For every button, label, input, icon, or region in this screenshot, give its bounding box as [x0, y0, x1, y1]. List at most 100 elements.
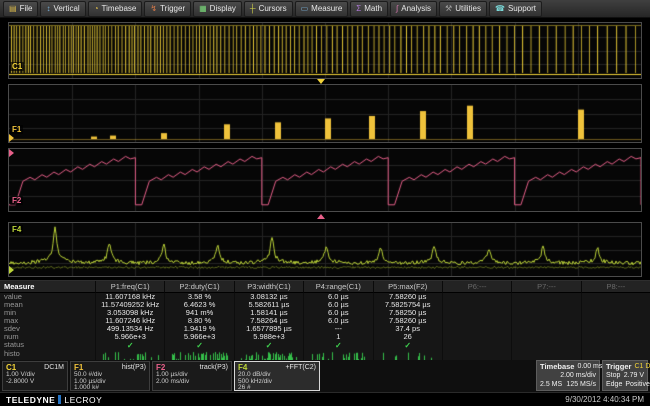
- measure-cell: 7.58260 µs: [373, 317, 442, 325]
- cursors-icon: ┼: [250, 5, 256, 13]
- menu-item-trigger[interactable]: ↯Trigger: [144, 1, 191, 17]
- status-check-icon: [511, 341, 580, 350]
- measure-cell: 11.607168 kHz: [95, 293, 164, 301]
- channel-label-f1[interactable]: F1: [10, 125, 23, 134]
- brand-teledyne: TELEDYNE: [6, 395, 55, 405]
- menu-item-display[interactable]: ▦Display: [193, 1, 242, 17]
- descriptor-f4[interactable]: F4+FFT(C2)20.0 dB/div500 kHz/div26 #: [234, 361, 320, 391]
- measure-cell: 11.57409252 kHz: [95, 301, 164, 309]
- channel-label-c1[interactable]: C1: [10, 62, 24, 71]
- menu-item-analysis[interactable]: ∫Analysis: [390, 1, 437, 17]
- grid-f4[interactable]: [8, 222, 642, 277]
- measure-col-header[interactable]: P2:duty(C1): [164, 281, 233, 293]
- measure-col-header[interactable]: P8:---: [581, 281, 650, 293]
- menu-item-label: Cursors: [259, 4, 287, 13]
- measure-cell: [511, 333, 580, 341]
- measure-cell: [442, 333, 511, 341]
- menu-item-label: File: [20, 4, 33, 13]
- measure-cell: [511, 301, 580, 309]
- measure-cell: 6.0 µs: [303, 317, 372, 325]
- status-check-icon: [442, 341, 511, 350]
- menu-item-label: Display: [210, 4, 236, 13]
- measure-cell: [581, 293, 650, 301]
- measure-cell: 5.966e+3: [95, 333, 164, 341]
- status-check-icon: ✓: [303, 341, 372, 350]
- channel-label-f2[interactable]: F2: [10, 196, 23, 205]
- descriptor-f2[interactable]: F2track(P3)1.00 µs/div2.00 ms/div: [152, 361, 232, 391]
- measure-cell: 6.0 µs: [303, 301, 372, 309]
- measure-cell: 37.4 ps: [373, 325, 442, 333]
- measure-cell: [511, 293, 580, 301]
- menu-item-timebase[interactable]: ◔Timebase: [88, 1, 143, 17]
- menu-item-vertical[interactable]: ↕Vertical: [40, 1, 85, 17]
- measure-cell: 1.9419 %: [164, 325, 233, 333]
- measure-col-header[interactable]: P4:range(C1): [303, 281, 372, 293]
- status-check-icon: ✓: [373, 341, 442, 350]
- math-icon: Σ: [356, 5, 361, 13]
- trigger-panel[interactable]: Trigger C1 DC Stop 2.79 V Edge Positive: [602, 360, 648, 391]
- f2-level-marker-icon[interactable]: [9, 149, 14, 157]
- measure-cell: [442, 317, 511, 325]
- menu-item-label: Trigger: [160, 4, 185, 13]
- descriptor-f1[interactable]: F1hist(P3)50.0 #/div1.00 µs/div1.000 k#: [70, 361, 150, 391]
- measure-cell: 7.58260 µs: [373, 293, 442, 301]
- measure-cell: 7.5825754 µs: [373, 301, 442, 309]
- brand-mark-icon: [58, 395, 61, 404]
- vertical-icon: ↕: [46, 5, 50, 13]
- file-icon: ▤: [9, 5, 17, 13]
- descriptor-line: 26 #: [238, 385, 316, 392]
- timebase-icon: ◔: [94, 5, 99, 13]
- menu-item-measure[interactable]: ▭Measure: [295, 1, 349, 17]
- menu-item-utilities[interactable]: ⚒Utilities: [439, 1, 487, 17]
- measure-cell: [581, 309, 650, 317]
- measure-cell: 6.4623 %: [164, 301, 233, 309]
- measure-col-header[interactable]: P1:freq(C1): [95, 281, 164, 293]
- menu-item-label: Utilities: [455, 4, 481, 13]
- f2-time-marker-icon[interactable]: [317, 214, 325, 219]
- trigger-level: 2.79 V: [624, 371, 644, 380]
- measure-cell: [581, 325, 650, 333]
- status-check-icon: ✓: [164, 341, 233, 350]
- menu-item-support[interactable]: ☎Support: [489, 1, 542, 17]
- trigger-time-marker-icon[interactable]: [317, 79, 325, 84]
- timebase-panel[interactable]: Timebase 0.00 ms 2.00 ms/div 2.5 MS 125 …: [536, 360, 600, 391]
- timebase-samples: 2.5 MS: [540, 380, 562, 389]
- grid-f2[interactable]: [8, 148, 642, 212]
- measure-col-header[interactable]: P7:---: [511, 281, 580, 293]
- channel-label-f4[interactable]: F4: [10, 225, 23, 234]
- measure-col-header[interactable]: P3:width(C1): [234, 281, 303, 293]
- measure-cell: [581, 333, 650, 341]
- descriptor-tag: +FFT(C2): [285, 363, 316, 372]
- status-check-icon: [581, 341, 650, 350]
- timebase-rate: 125 MS/s: [566, 380, 596, 389]
- waveform-area[interactable]: C1 F1 F2 F4: [0, 18, 650, 280]
- grid-c1[interactable]: [8, 22, 642, 79]
- grid-f1[interactable]: [8, 84, 642, 143]
- utilities-icon: ⚒: [445, 5, 452, 13]
- timebase-scale: 2.00 ms/div: [560, 371, 596, 380]
- menu-item-label: Vertical: [53, 4, 79, 13]
- f4-fft-waveform: [9, 223, 641, 276]
- c1-waveform: [9, 23, 641, 78]
- descriptor-c1[interactable]: C1DC1M1.00 V/div-2.8000 V: [2, 361, 68, 391]
- descriptor-tag: track(P3): [200, 363, 228, 372]
- measure-row-label: histo: [0, 350, 95, 358]
- trigger-icon: ↯: [150, 5, 157, 13]
- measure-cell: 3.58 %: [164, 293, 233, 301]
- menu-item-math[interactable]: ΣMath: [350, 1, 388, 17]
- f1-level-marker-icon[interactable]: [9, 134, 14, 142]
- trigger-type: Edge: [606, 380, 622, 389]
- brand-lecroy: LECROY: [64, 395, 102, 405]
- measure-row-label: status: [0, 341, 95, 349]
- measure-cell: 3.08132 µs: [234, 293, 303, 301]
- menu-item-file[interactable]: ▤File: [3, 1, 38, 17]
- measure-cell: 7.58250 µs: [373, 309, 442, 317]
- trigger-title: Trigger: [606, 362, 631, 371]
- descriptor-line: -2.8000 V: [6, 379, 64, 386]
- f4-level-marker-icon[interactable]: [9, 266, 14, 274]
- display-icon: ▦: [199, 5, 207, 13]
- menu-item-cursors[interactable]: ┼Cursors: [244, 1, 293, 17]
- measure-cell: 1.6577895 µs: [234, 325, 303, 333]
- measure-col-header[interactable]: P5:max(F2): [373, 281, 442, 293]
- measure-col-header[interactable]: P6:---: [442, 281, 511, 293]
